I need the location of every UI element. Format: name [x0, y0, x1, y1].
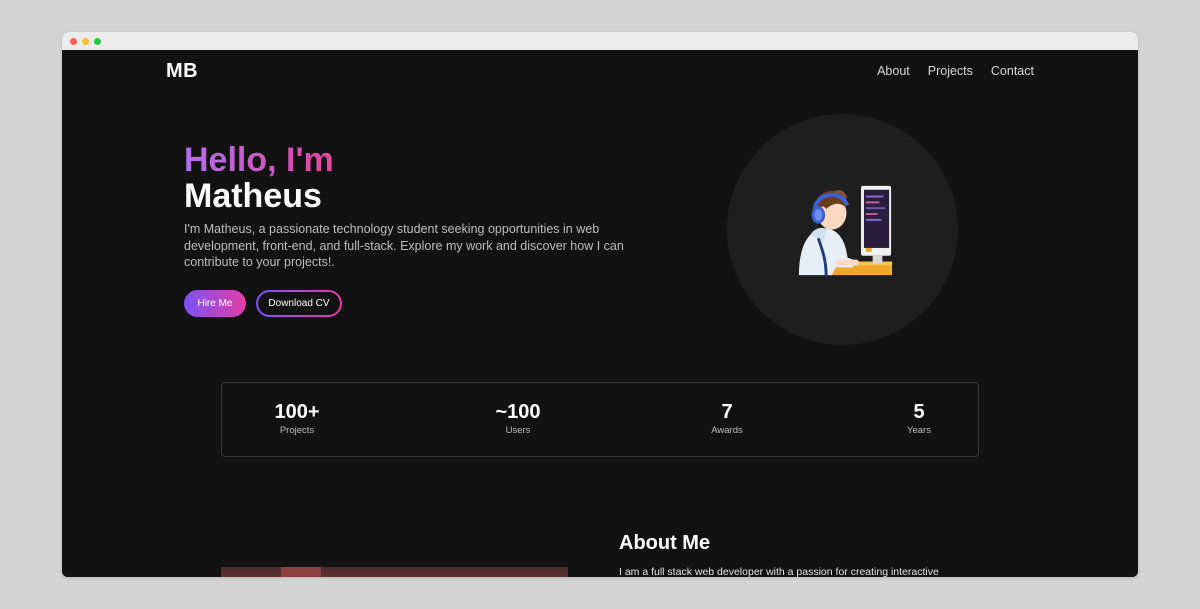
stat-awards: 7 Awards: [667, 401, 787, 436]
nav-link-about[interactable]: About: [877, 64, 910, 78]
portfolio-page: MB About Projects Contact Hello, I'm Mat…: [62, 50, 1138, 577]
about-text: I am a full stack web developer with a p…: [619, 566, 939, 577]
developer-avatar-illustration: [798, 185, 893, 276]
site-logo[interactable]: MB: [166, 60, 198, 83]
stat-label: Awards: [711, 425, 743, 436]
maximize-window-button[interactable]: [94, 38, 101, 45]
browser-window: MB About Projects Contact Hello, I'm Mat…: [62, 32, 1138, 577]
stat-label: Years: [907, 425, 931, 436]
stat-value: 5: [913, 401, 925, 423]
hero-heading: Hello, I'm Matheus: [184, 142, 334, 214]
download-cv-label: Download CV: [258, 292, 340, 315]
close-window-button[interactable]: [70, 38, 77, 45]
hero-name: Matheus: [184, 177, 322, 215]
stat-value: 7: [721, 401, 733, 423]
hero-description: I'm Matheus, a passionate technology stu…: [184, 222, 624, 269]
about-image-detail: [281, 567, 321, 577]
stat-value: ~100: [495, 401, 541, 423]
stat-value: 100+: [274, 401, 320, 423]
nav-link-projects[interactable]: Projects: [928, 64, 973, 78]
about-image: [221, 567, 568, 577]
stats-panel: 100+ Projects ~100 Users 7 Awards 5 Year…: [221, 382, 979, 457]
minimize-window-button[interactable]: [82, 38, 89, 45]
stat-projects: 100+ Projects: [237, 401, 357, 436]
stat-label: Users: [505, 425, 531, 436]
hire-me-button[interactable]: Hire Me: [184, 290, 246, 317]
nav-link-contact[interactable]: Contact: [991, 64, 1034, 78]
stat-years: 5 Years: [859, 401, 979, 436]
stat-users: ~100 Users: [458, 401, 578, 436]
window-titlebar: [62, 32, 1138, 50]
about-heading: About Me: [619, 532, 711, 554]
hero-greeting: Hello, I'm: [184, 141, 334, 179]
download-cv-button[interactable]: Download CV: [256, 290, 342, 317]
main-nav: About Projects Contact: [877, 64, 1034, 78]
stat-label: Projects: [279, 425, 315, 436]
